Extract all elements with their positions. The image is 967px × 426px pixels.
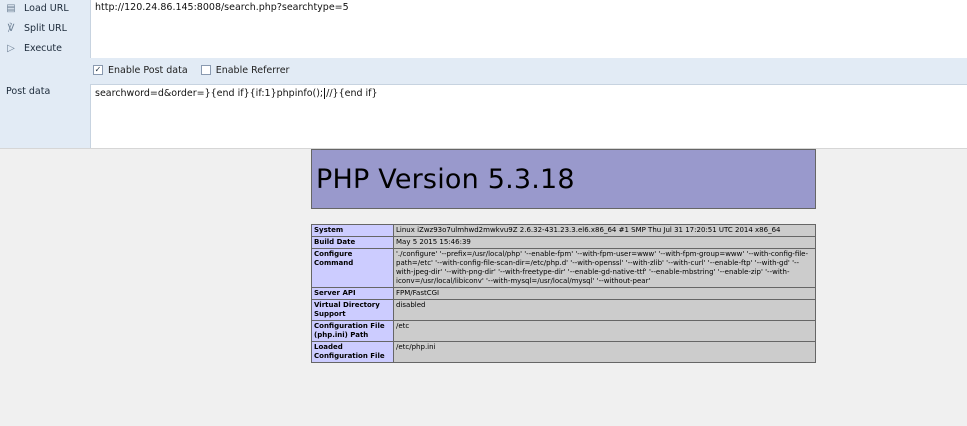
table-row: Build Date May 5 2015 15:46:39	[311, 236, 816, 249]
row-key: System	[311, 224, 394, 237]
split-url-icon: ℣	[7, 22, 15, 34]
table-row: System Linux iZwz93o7ulmhwd2mwkvu9Z 2.6.…	[311, 224, 816, 237]
split-url-button[interactable]: ℣ Split URL	[4, 20, 67, 36]
post-data-text: searchword=d&order=}{end if}{if:1}phpinf…	[95, 88, 378, 99]
post-data-before-caret: searchword=d&order=}{end if}{if:1}phpinf…	[95, 88, 324, 99]
row-key: Build Date	[311, 236, 394, 249]
post-data-after-caret: //}{end if}	[326, 88, 378, 99]
php-version-title: PHP Version 5.3.18	[316, 164, 575, 195]
hackbar-sidebar: ▤ Load URL ℣ Split URL ▷ Execute	[0, 0, 90, 148]
enable-referrer-option[interactable]: Enable Referrer	[200, 64, 290, 76]
table-row: Server API FPM/FastCGI	[311, 287, 816, 300]
load-url-icon: ▤	[6, 2, 16, 14]
page-content: PHP Version 5.3.18 System Linux iZwz93o7…	[0, 148, 967, 426]
row-value: Linux iZwz93o7ulmhwd2mwkvu9Z 2.6.32-431.…	[393, 224, 816, 237]
row-key: Configure Command	[311, 248, 394, 288]
row-value: FPM/FastCGI	[393, 287, 816, 300]
post-data-label: Post data	[6, 86, 51, 97]
hackbar-options: ✓ Enable Post data Enable Referrer	[90, 60, 299, 80]
row-key: Configuration File (php.ini) Path	[311, 320, 394, 342]
enable-post-label: Enable Post data	[108, 64, 188, 76]
url-textarea[interactable]: http://120.24.86.145:8008/search.php?sea…	[90, 0, 967, 58]
row-key: Virtual Directory Support	[311, 299, 394, 321]
phpinfo-table: System Linux iZwz93o7ulmhwd2mwkvu9Z 2.6.…	[311, 224, 816, 363]
row-value: /etc	[393, 320, 816, 342]
split-url-label: Split URL	[24, 22, 67, 34]
hackbar-panel: ▤ Load URL ℣ Split URL ▷ Execute http://…	[0, 0, 967, 148]
post-data-textarea[interactable]: searchword=d&order=}{end if}{if:1}phpinf…	[90, 84, 967, 148]
enable-post-checkbox[interactable]: ✓	[93, 65, 103, 75]
row-value: May 5 2015 15:46:39	[393, 236, 816, 249]
table-row: Configure Command './configure' '--prefi…	[311, 248, 816, 288]
row-key: Server API	[311, 287, 394, 300]
load-url-button[interactable]: ▤ Load URL	[4, 0, 69, 16]
phpinfo-header: PHP Version 5.3.18	[311, 149, 816, 209]
enable-post-option[interactable]: ✓ Enable Post data	[93, 65, 188, 76]
text-caret	[324, 88, 326, 99]
row-value: /etc/php.ini	[393, 341, 816, 363]
execute-icon: ▷	[7, 42, 15, 54]
load-url-label: Load URL	[24, 2, 69, 14]
url-text: http://120.24.86.145:8008/search.php?sea…	[95, 2, 349, 13]
enable-referrer-checkbox[interactable]	[200, 65, 211, 75]
table-row: Virtual Directory Support disabled	[311, 299, 816, 321]
row-value: disabled	[393, 299, 816, 321]
execute-label: Execute	[24, 42, 62, 54]
table-row: Loaded Configuration File /etc/php.ini	[311, 341, 816, 363]
table-row: Configuration File (php.ini) Path /etc	[311, 320, 816, 342]
row-value: './configure' '--prefix=/usr/local/php' …	[393, 248, 816, 288]
execute-button[interactable]: ▷ Execute	[4, 40, 62, 56]
enable-referrer-label: Enable Referrer	[215, 64, 290, 76]
row-key: Loaded Configuration File	[311, 341, 394, 363]
